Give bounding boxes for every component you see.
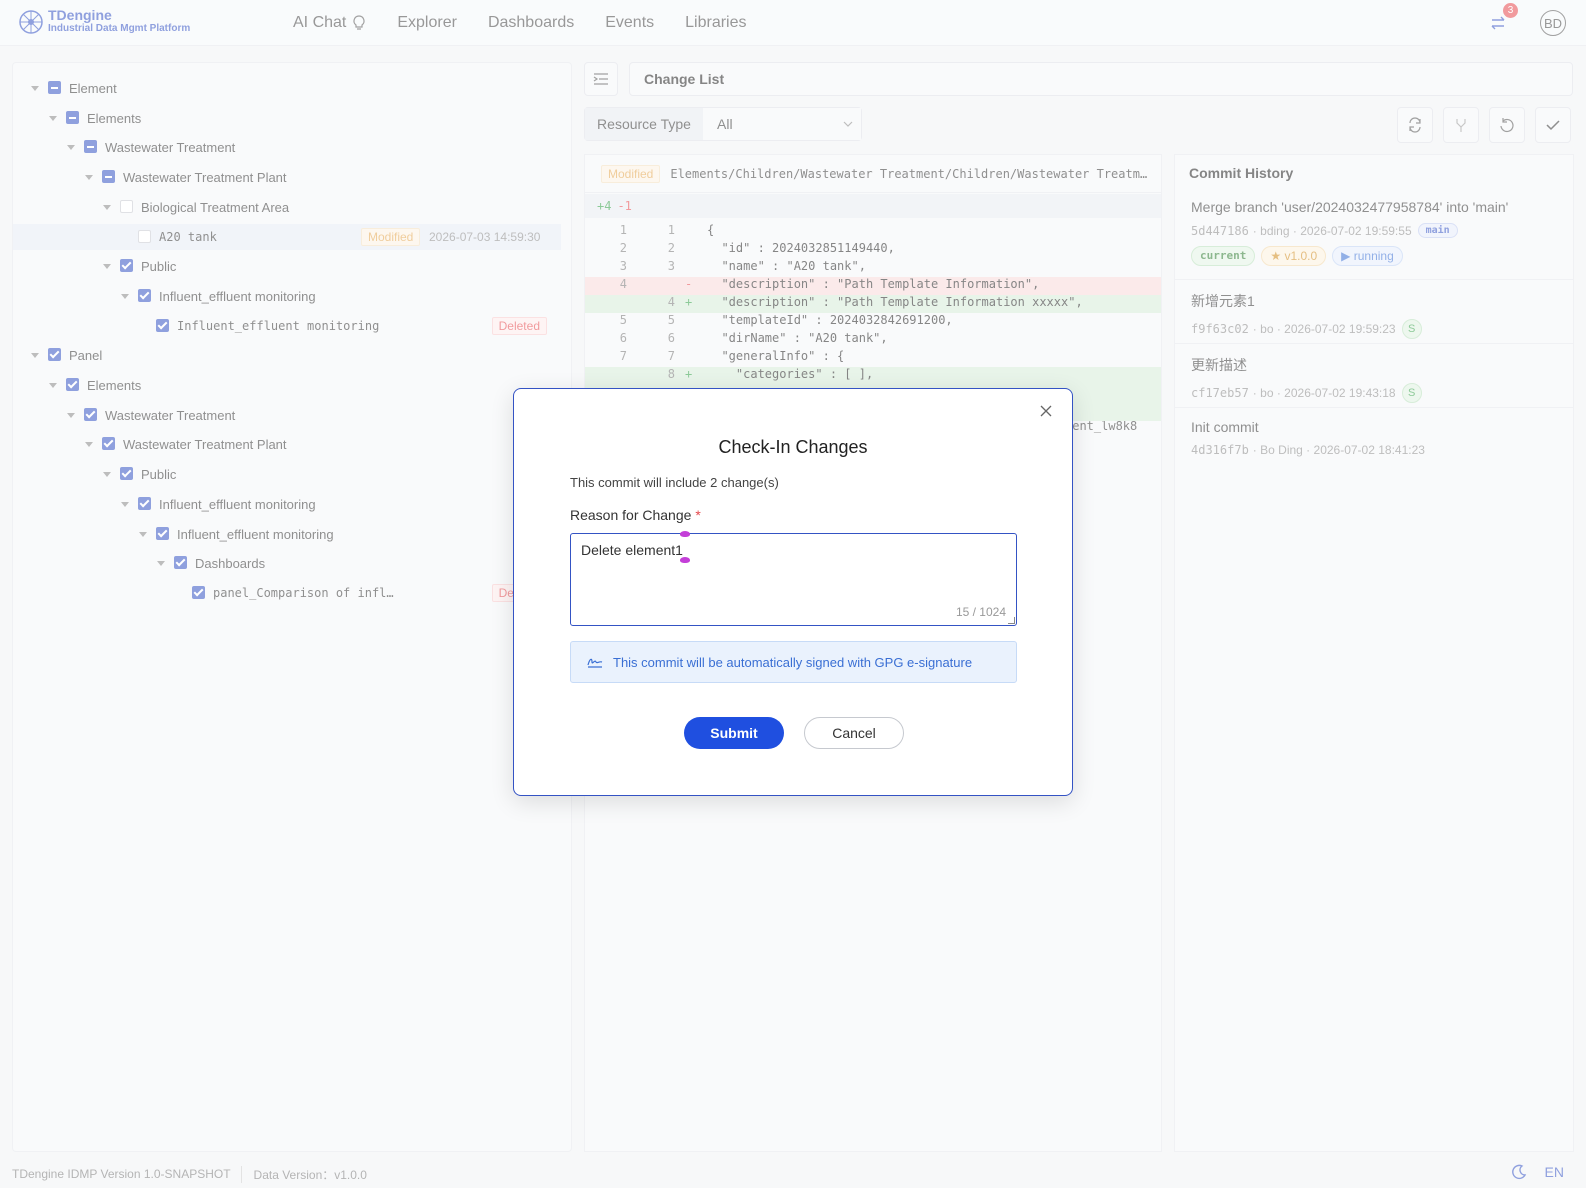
submit-button[interactable]: Submit (684, 717, 784, 749)
dialog-title: Check-In Changes (718, 437, 868, 457)
resize-handle[interactable] (1008, 617, 1015, 624)
reason-label-text: Reason for Change (570, 507, 692, 523)
required-mark: * (695, 507, 701, 523)
text-cursor-handle-top[interactable] (680, 531, 690, 537)
close-icon[interactable] (1038, 403, 1054, 419)
text-cursor-handle-bottom[interactable] (680, 557, 690, 563)
signature-icon (587, 658, 603, 668)
gpg-info-text: This commit will be automatically signed… (613, 654, 973, 670)
char-counter: 15 / 1024 (955, 605, 1006, 619)
reason-label: Reason for Change * (570, 507, 701, 523)
check-in-dialog: Check-In Changes This commit will includ… (513, 388, 1073, 796)
gpg-info-banner: This commit will be automatically signed… (570, 641, 1017, 683)
reason-value: Delete element1 (581, 542, 683, 558)
dialog-subtitle: This commit will include 2 change(s) (570, 475, 779, 490)
cancel-button[interactable]: Cancel (804, 717, 904, 749)
reason-textarea[interactable]: Delete element1 15 / 1024 (570, 531, 1017, 626)
